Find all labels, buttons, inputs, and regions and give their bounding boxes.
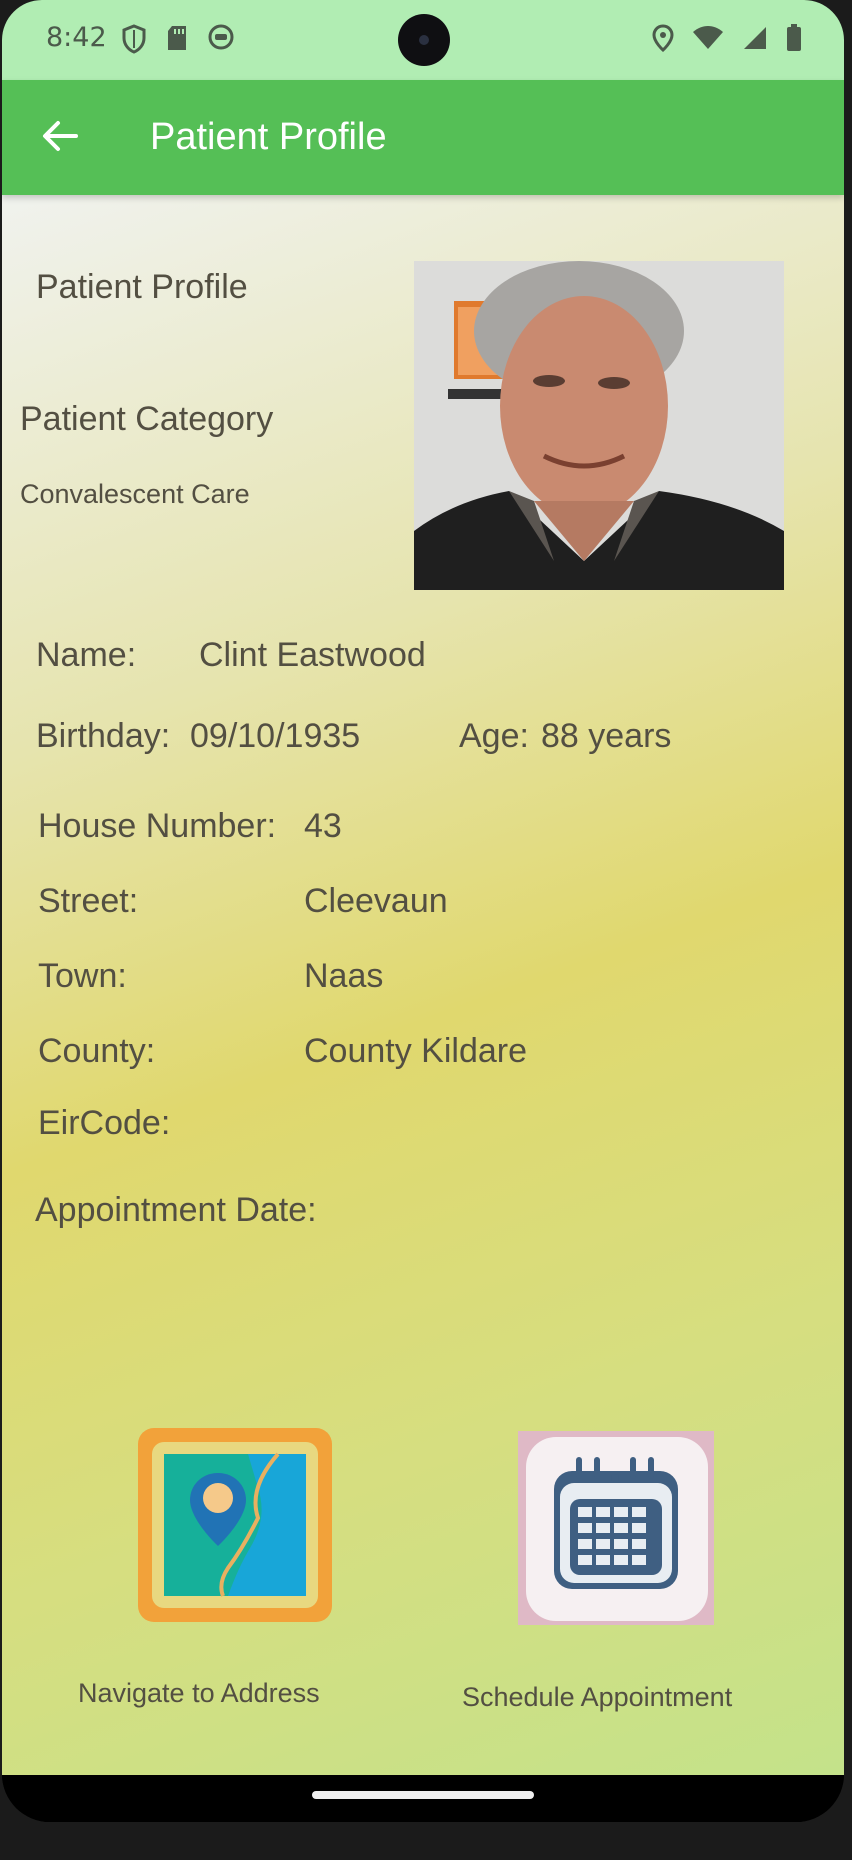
age-label: Age: [459, 717, 529, 755]
profile-content: Patient Profile Patient Category Convale… [2, 195, 844, 1775]
phone-frame: 8:42 Patient Profile Patient Profile Pat… [0, 0, 852, 1860]
street-label: Street: [38, 882, 139, 920]
name-label: Name: [36, 636, 137, 674]
app-bar: Patient Profile [2, 80, 844, 195]
house-number-value: 43 [304, 807, 342, 845]
front-camera [398, 14, 450, 66]
house-number-label: House Number: [38, 807, 277, 845]
screen: 8:42 Patient Profile Patient Profile Pat… [2, 0, 844, 1822]
home-handle[interactable] [312, 1791, 534, 1799]
birthday-label: Birthday: [36, 717, 171, 755]
signal-icon [744, 27, 766, 49]
shield-icon [122, 24, 146, 54]
eircode-label: EirCode: [38, 1104, 171, 1142]
county-label: County: [38, 1032, 156, 1070]
gesture-nav-bar [2, 1775, 844, 1822]
appointment-date-label: Appointment Date: [35, 1191, 317, 1229]
street-value: Cleevaun [304, 882, 448, 920]
android-icon [208, 24, 234, 50]
profile-heading: Patient Profile [36, 268, 248, 306]
town-value: Naas [304, 957, 384, 995]
location-icon [652, 24, 674, 52]
status-time: 8:42 [46, 22, 107, 53]
age-value: 88 years [541, 717, 672, 755]
county-value: County Kildare [304, 1032, 528, 1070]
battery-icon [787, 24, 801, 51]
category-label: Patient Category [20, 400, 274, 438]
name-value: Clint Eastwood [199, 636, 426, 674]
calendar-icon[interactable] [518, 1431, 714, 1625]
navigate-address-label[interactable]: Navigate to Address [78, 1678, 320, 1709]
town-label: Town: [38, 957, 127, 995]
category-value: Convalescent Care [20, 479, 250, 509]
status-bar: 8:42 [2, 0, 844, 80]
sd-card-icon [168, 26, 186, 50]
map-pin-icon[interactable] [138, 1428, 332, 1622]
app-bar-title: Patient Profile [150, 116, 387, 158]
back-arrow-icon[interactable] [40, 116, 80, 156]
wifi-icon [693, 26, 723, 49]
birthday-value: 09/10/1935 [190, 717, 361, 755]
schedule-appointment-label[interactable]: Schedule Appointment [462, 1682, 732, 1713]
patient-photo [414, 261, 784, 590]
